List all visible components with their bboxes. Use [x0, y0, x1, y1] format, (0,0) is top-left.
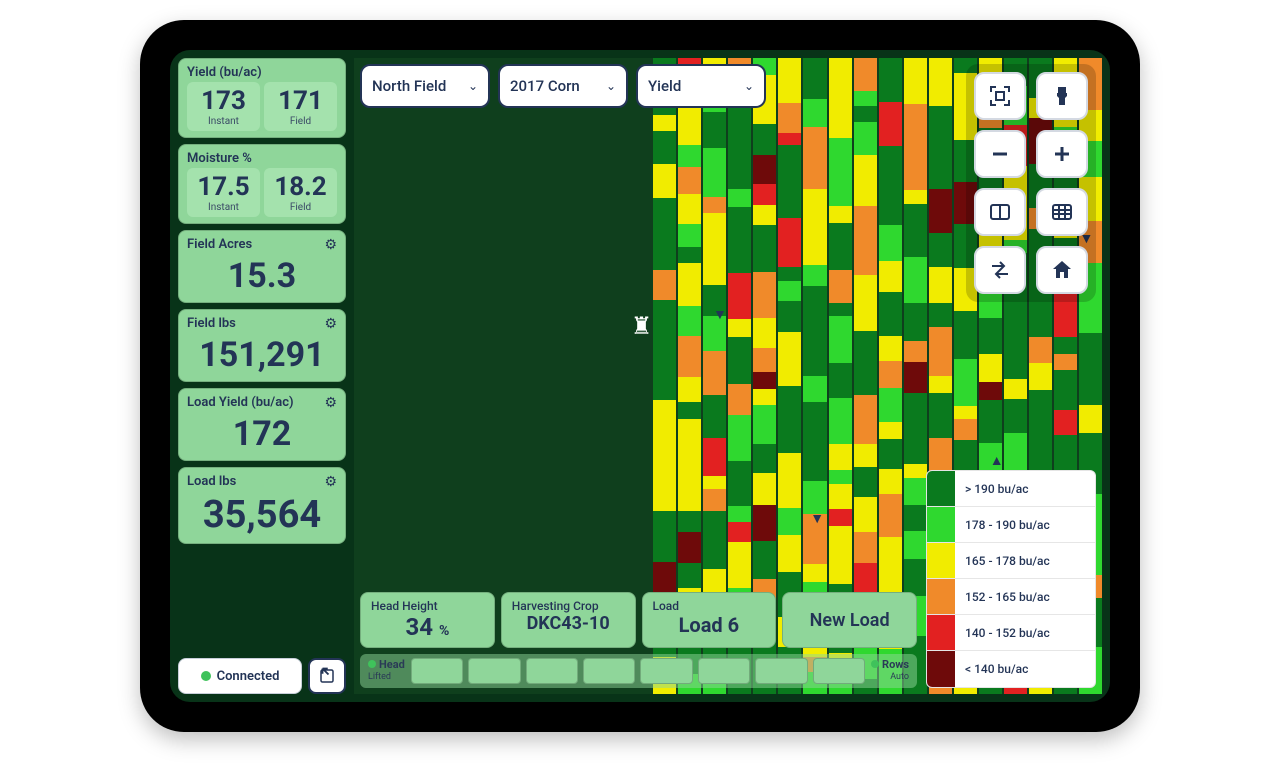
- app-screen: Yield (bu/ac) 173Instant 171Field Moistu…: [170, 50, 1110, 702]
- arrow-down-icon: ▼: [810, 510, 824, 527]
- row-slot: [468, 658, 520, 684]
- row-slot: [411, 658, 463, 684]
- header-button[interactable]: [1036, 72, 1088, 120]
- harvesting-crop-card[interactable]: Harvesting Crop DKC43-10: [501, 592, 636, 648]
- gear-icon[interactable]: ⚙: [324, 237, 337, 253]
- chevron-down-icon: ⌄: [468, 79, 478, 93]
- legend-label: 178 - 190 bu/ac: [955, 518, 1095, 532]
- gear-icon[interactable]: ⚙: [324, 395, 337, 411]
- legend-label: > 190 bu/ac: [955, 482, 1095, 496]
- harvest-controls: Head Height 34 % Harvesting Crop DKC43-1…: [360, 592, 917, 688]
- metric-load-yield[interactable]: ⚙ Load Yield (bu/ac) 172: [178, 388, 346, 461]
- metric-label: Field lbs: [187, 316, 337, 331]
- metric-label: Load lbs: [187, 474, 337, 489]
- recenter-button[interactable]: [974, 72, 1026, 120]
- row-indicators: [411, 658, 865, 684]
- legend-row: 152 - 165 bu/ac: [927, 579, 1095, 615]
- yield-legend[interactable]: > 190 bu/ac 178 - 190 bu/ac 165 - 178 bu/a…: [926, 470, 1096, 688]
- home-button[interactable]: [1036, 246, 1088, 294]
- row-slot: [640, 658, 692, 684]
- data-table-button[interactable]: [1036, 188, 1088, 236]
- legend-label: 140 - 152 bu/ac: [955, 626, 1095, 640]
- field-select[interactable]: North Field⌄: [360, 64, 490, 108]
- legend-swatch: [927, 471, 955, 506]
- load-card[interactable]: Load Load 6: [642, 592, 777, 648]
- map-tools: [966, 64, 1096, 302]
- rows-status: RowsAuto: [871, 659, 909, 683]
- metric-yield[interactable]: Yield (bu/ac) 173Instant 171Field: [178, 58, 346, 138]
- metric-load-lbs[interactable]: ⚙ Load lbs 35,564: [178, 467, 346, 544]
- zoom-in-button[interactable]: [1036, 130, 1088, 178]
- row-slot: [755, 658, 807, 684]
- legend-label: < 140 bu/ac: [955, 662, 1095, 676]
- legend-row: 165 - 178 bu/ac: [927, 543, 1095, 579]
- row-slot: [583, 658, 635, 684]
- legend-swatch: [927, 507, 955, 542]
- metric-moisture[interactable]: Moisture % 17.5Instant 18.2Field: [178, 144, 346, 224]
- expand-button[interactable]: [308, 658, 346, 694]
- legend-label: 165 - 178 bu/ac: [955, 554, 1095, 568]
- head-height-card[interactable]: Head Height 34 %: [360, 592, 495, 648]
- status-dot-icon: [201, 671, 211, 681]
- crop-select[interactable]: 2017 Corn⌄: [498, 64, 628, 108]
- tablet-frame: Yield (bu/ac) 173Instant 171Field Moistu…: [140, 20, 1140, 732]
- row-slot: [813, 658, 865, 684]
- combine-marker-icon: ♜: [631, 312, 653, 340]
- metric-label: Field Acres: [187, 237, 337, 252]
- field-map[interactable]: ♜ ▼ ▼ ▲ ▼ North Field⌄ 2017 Corn⌄ Yield⌄…: [354, 58, 1102, 694]
- expand-arrow-icon: [318, 667, 336, 685]
- legend-label: 152 - 165 bu/ac: [955, 590, 1095, 604]
- swap-button[interactable]: [974, 246, 1026, 294]
- legend-row: < 140 bu/ac: [927, 651, 1095, 687]
- connection-status[interactable]: Connected: [178, 658, 302, 694]
- head-status: HeadLifted: [368, 659, 405, 683]
- arrow-up-icon: ▲: [990, 452, 1004, 469]
- row-status-bar: HeadLifted RowsAuto: [360, 654, 917, 688]
- metric-label: Moisture %: [187, 151, 337, 166]
- layer-select[interactable]: Yield⌄: [636, 64, 766, 108]
- arrow-down-icon: ▼: [713, 306, 727, 323]
- legend-row: > 190 bu/ac: [927, 471, 1095, 507]
- metrics-sidebar: Yield (bu/ac) 173Instant 171Field Moistu…: [178, 58, 346, 694]
- row-slot: [698, 658, 750, 684]
- metric-label: Load Yield (bu/ac): [187, 395, 337, 410]
- legend-swatch: [927, 543, 955, 578]
- chevron-down-icon: ⌄: [744, 79, 754, 93]
- legend-swatch: [927, 579, 955, 614]
- gear-icon[interactable]: ⚙: [324, 316, 337, 332]
- split-view-button[interactable]: [974, 188, 1026, 236]
- zoom-out-button[interactable]: [974, 130, 1026, 178]
- legend-row: 178 - 190 bu/ac: [927, 507, 1095, 543]
- gear-icon[interactable]: ⚙: [324, 474, 337, 490]
- metric-field-acres[interactable]: ⚙ Field Acres 15.3: [178, 230, 346, 303]
- row-slot: [526, 658, 578, 684]
- legend-swatch: [927, 615, 955, 650]
- metric-label: Yield (bu/ac): [187, 65, 337, 80]
- legend-row: 140 - 152 bu/ac: [927, 615, 1095, 651]
- metric-field-lbs[interactable]: ⚙ Field lbs 151,291: [178, 309, 346, 382]
- chevron-down-icon: ⌄: [606, 79, 616, 93]
- new-load-button[interactable]: New Load: [782, 592, 917, 648]
- legend-swatch: [927, 651, 955, 687]
